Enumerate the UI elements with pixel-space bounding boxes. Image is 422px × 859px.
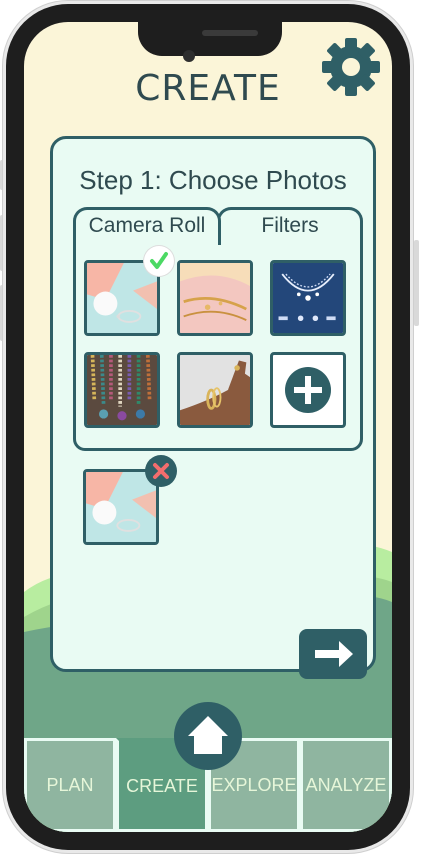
volume-up-button — [0, 215, 5, 271]
front-camera — [183, 50, 195, 62]
home-button[interactable] — [174, 702, 242, 770]
photo-thumb-gold-bracelets[interactable] — [177, 352, 253, 428]
gear-icon[interactable] — [320, 36, 382, 98]
step-title: Step 1: Choose Photos — [79, 165, 347, 195]
plus-icon — [285, 367, 331, 413]
add-photo-button[interactable] — [270, 352, 346, 428]
photo-grid-panel — [73, 239, 363, 451]
selected-check-icon — [144, 246, 174, 276]
photo-thumb-diamond-necklace[interactable] — [270, 260, 346, 336]
app-screen: CREATE Step 1: Choose Photos Camera Roll… — [24, 22, 392, 832]
close-icon[interactable] — [145, 455, 177, 487]
speaker-grille — [202, 30, 258, 36]
notch — [138, 22, 282, 56]
choose-photos-card: Step 1: Choose Photos Camera Roll Filter… — [50, 136, 376, 679]
power-button — [414, 240, 419, 326]
mute-switch — [0, 160, 5, 190]
tab-camera-roll[interactable]: Camera Roll — [73, 207, 221, 245]
next-button[interactable] — [299, 629, 367, 679]
photo-thumb-beaded-necklaces[interactable] — [84, 352, 160, 428]
phone-frame: CREATE Step 1: Choose Photos Camera Roll… — [6, 4, 410, 850]
photo-thumb-gold-chain[interactable] — [177, 260, 253, 336]
nav-analyze[interactable]: ANALYZE — [300, 738, 392, 832]
home-icon — [188, 716, 228, 754]
arrow-right-icon — [315, 641, 353, 667]
tab-filters[interactable]: Filters — [217, 207, 363, 243]
nav-plan[interactable]: PLAN — [24, 738, 116, 832]
volume-down-button — [0, 285, 5, 341]
